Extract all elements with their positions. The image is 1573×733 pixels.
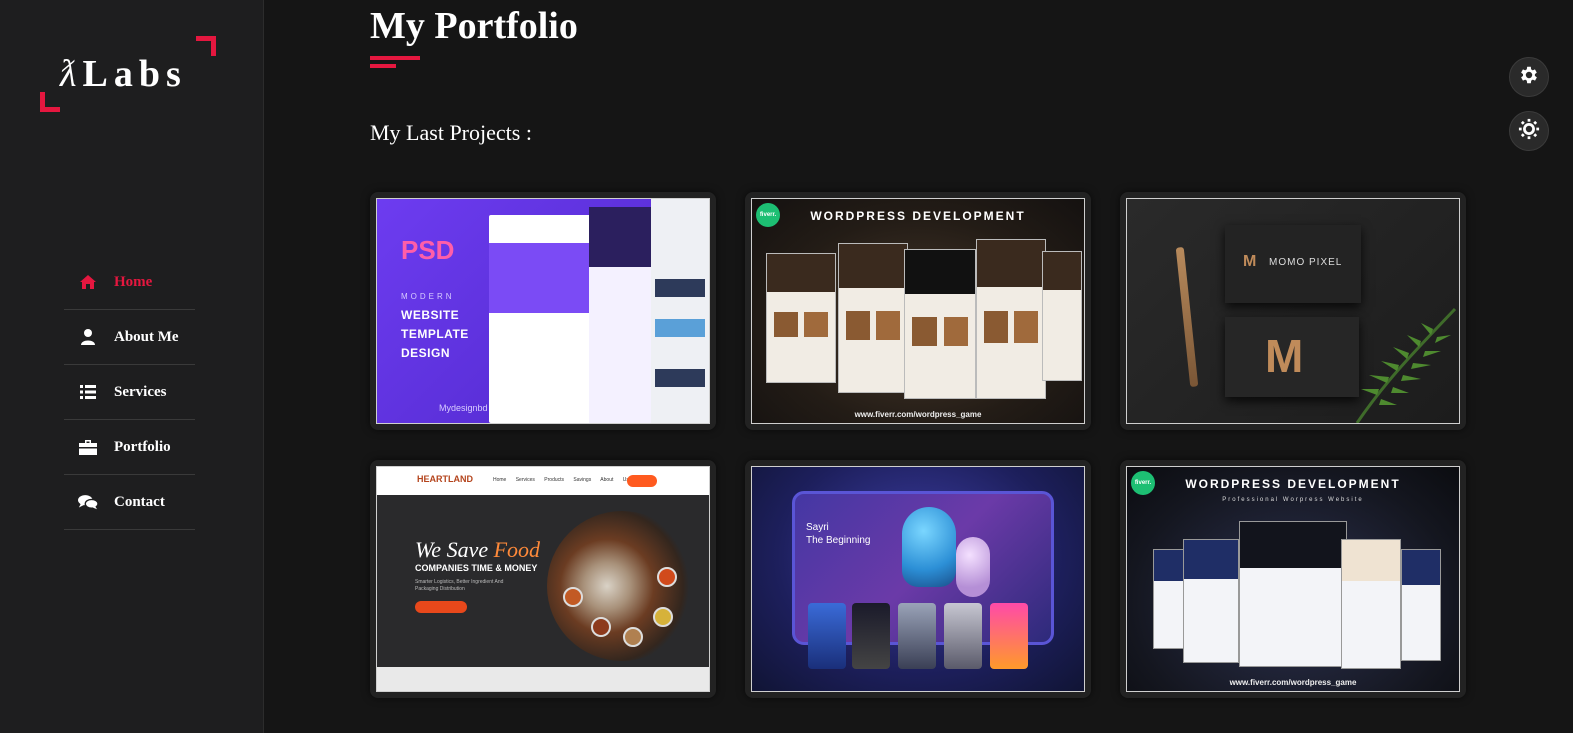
logo-corner-bottom-left: [40, 92, 60, 112]
project-card-psd-template[interactable]: PSD MODERN WEBSITE TEMPLATE DESIGN Mydes…: [370, 192, 716, 430]
thumb-url: www.fiverr.com/wordpress_game: [854, 410, 982, 419]
mockup-page: [651, 199, 709, 423]
project-card-wordpress-2[interactable]: fiverr. WORDPRESS DEVELOPMENT Profession…: [1120, 460, 1466, 698]
sidebar-item-home[interactable]: Home: [64, 255, 195, 310]
sidebar-item-label: Contact: [114, 493, 165, 510]
sidebar-item-label: Home: [114, 273, 153, 290]
thumb-heading: PSD: [401, 235, 455, 265]
logo-wordmark: Labs: [82, 53, 187, 95]
settings-button[interactable]: [1509, 57, 1549, 97]
mockup-footer: [377, 667, 709, 691]
thumb-brand: Mydesignbd: [439, 403, 488, 413]
theme-toggle-button[interactable]: [1509, 111, 1549, 151]
home-icon: [78, 272, 98, 292]
thumb-subheading: Professional Worpress Website: [1222, 497, 1364, 503]
project-card-game-ui[interactable]: Sayri The Beginning: [745, 460, 1091, 698]
logo[interactable]: ƛ Labs: [40, 36, 220, 114]
project-thumbnail: HEARTLAND Home Services Products Savings…: [376, 466, 710, 692]
project-card-heartland[interactable]: HEARTLAND Home Services Products Savings…: [370, 460, 716, 698]
logo-text: ƛ Labs: [60, 52, 187, 96]
character-art: [902, 507, 956, 587]
sidebar-item-label: About Me: [114, 328, 179, 345]
sun-icon: [1518, 118, 1540, 145]
chat-icon: [78, 492, 98, 512]
sidebar-item-about-me[interactable]: About Me: [64, 310, 195, 365]
briefcase-icon: [78, 437, 98, 457]
project-thumbnail: fiverr. WORDPRESS DEVELOPMENT www.fiverr…: [751, 198, 1085, 424]
business-card-front: M MOMO PIXEL: [1225, 225, 1361, 303]
thumb-small-text: Smarter Logistics, Better Ingredient And…: [415, 579, 504, 592]
logo-mark: ƛ: [60, 53, 77, 95]
project-card-wordpress[interactable]: fiverr. WORDPRESS DEVELOPMENT www.fiverr…: [745, 192, 1091, 430]
list-icon: [78, 382, 98, 402]
project-thumbnail: PSD MODERN WEBSITE TEMPLATE DESIGN Mydes…: [376, 198, 710, 424]
logo-corner-top-right: [196, 36, 216, 56]
mockup-button: [415, 601, 467, 613]
thumb-headline: We Save Food: [415, 537, 541, 562]
pen-decoration: [1175, 246, 1199, 388]
mockup-page: [589, 207, 651, 423]
project-thumbnail: Sayri The Beginning: [751, 466, 1085, 692]
sidebar-item-portfolio[interactable]: Portfolio: [64, 420, 195, 475]
page-title: My Portfolio: [370, 5, 578, 47]
thumb-subline: COMPANIES TIME & MONEY: [415, 563, 538, 573]
character-art: [956, 537, 990, 597]
thumb-heading: WORDPRESS DEVELOPMENT: [1185, 477, 1401, 491]
thumb-heading: WORDPRESS DEVELOPMENT: [810, 209, 1026, 223]
mockup-page: [489, 215, 599, 423]
thumb-title: Sayri The Beginning: [806, 522, 871, 546]
section-subtitle: My Last Projects :: [370, 120, 532, 145]
sidebar-item-label: Services: [114, 383, 167, 400]
thumb-text: MODERN WEBSITE TEMPLATE DESIGN: [401, 292, 469, 360]
sidebar: ƛLabs Home About Me Services Portfolio: [0, 0, 264, 733]
project-thumbnail: fiverr. WORDPRESS DEVELOPMENT Profession…: [1126, 466, 1460, 692]
user-icon: [78, 327, 98, 347]
mockup-header: HEARTLAND Home Services Products Savings…: [377, 467, 709, 495]
project-thumbnail: M MOMO PIXEL M: [1126, 198, 1460, 424]
spices-image: [547, 511, 697, 661]
thumb-url: www.fiverr.com/wordpress_game: [1229, 678, 1357, 687]
sidebar-item-services[interactable]: Services: [64, 365, 195, 420]
gear-icon: [1518, 64, 1540, 91]
sidebar-nav: Home About Me Services Portfolio Contact: [64, 255, 195, 530]
fern-decoration: [1355, 307, 1457, 423]
title-underline: [370, 56, 420, 68]
business-card-back: M: [1225, 317, 1359, 397]
sidebar-item-label: Portfolio: [114, 438, 171, 455]
project-card-momo-pixel[interactable]: M MOMO PIXEL M: [1120, 192, 1466, 430]
sidebar-item-contact[interactable]: Contact: [64, 475, 195, 530]
